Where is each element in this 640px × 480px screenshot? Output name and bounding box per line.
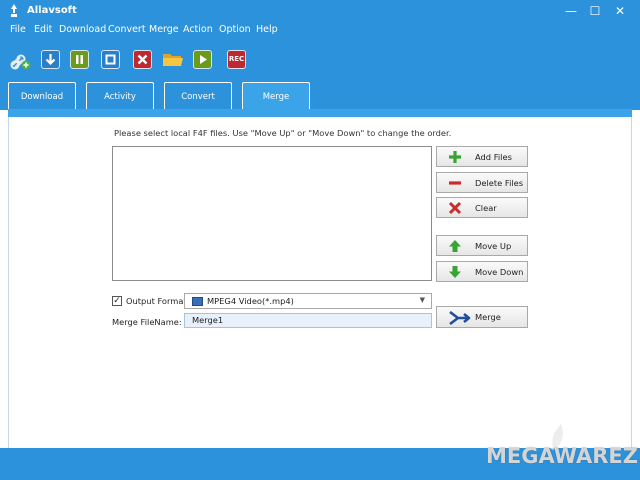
menu-download[interactable]: Download [59,24,106,35]
window-title: Allavsoft [27,5,77,16]
move-down-button[interactable]: Move Down [436,261,528,282]
instruction-text: Please select local F4F files. Use "Move… [114,128,452,138]
menu-action[interactable]: Action [183,24,213,35]
add-files-label: Add Files [475,152,512,162]
output-format-checkbox[interactable]: ✓ [112,296,122,306]
output-format-label: Output Format: [126,296,190,306]
clear-label: Clear [475,203,497,213]
pause-button[interactable] [70,50,89,69]
menu-help[interactable]: Help [256,24,278,35]
delete-files-button[interactable]: Delete Files [436,172,528,193]
menu-edit[interactable]: Edit [34,24,52,35]
toolbar: REC [0,39,640,77]
move-up-button[interactable]: Move Up [436,235,528,256]
maximize-button[interactable]: ☐ [587,3,603,19]
output-format-value: MPEG4 Video(*.mp4) [207,296,294,306]
x-icon [448,201,462,215]
move-up-label: Move Up [475,241,512,251]
tab-download[interactable]: Download [8,82,76,110]
menu-convert[interactable]: Convert [108,24,146,35]
tab-activity[interactable]: Activity [86,82,154,110]
arrow-up-icon [449,240,461,252]
x-icon [137,54,148,65]
app-logo-icon [11,4,17,17]
delete-button[interactable] [133,50,152,69]
video-icon [192,297,203,306]
title-bar: Allavsoft — ☐ ✕ [0,0,640,22]
merge-arrow-icon [449,311,471,325]
watermark-text: MEGAWAREZ [486,444,639,468]
menu-bar: File Edit Download Convert Merge Action … [0,22,640,39]
download-button[interactable] [41,50,60,69]
stop-icon [105,54,116,65]
add-link-button[interactable] [10,50,31,70]
arrow-down-icon [449,266,461,278]
menu-option[interactable]: Option [219,24,251,35]
tab-bar: Download Activity Convert Merge [0,77,640,110]
move-down-label: Move Down [475,267,524,277]
minus-icon [449,181,461,185]
delete-files-label: Delete Files [475,178,524,188]
close-button[interactable]: ✕ [612,3,628,19]
record-button[interactable]: REC [227,50,246,69]
tab-convert[interactable]: Convert [164,82,232,110]
add-files-button[interactable]: Add Files [436,146,528,167]
minimize-button[interactable]: — [563,3,579,19]
play-icon [200,55,207,64]
menu-file[interactable]: File [10,24,26,35]
file-list[interactable] [112,146,432,281]
merge-filename-input[interactable]: Merge1 [184,313,432,328]
tab-merge[interactable]: Merge [242,82,310,110]
link-add-icon [10,54,31,70]
plus-icon [449,151,461,163]
tab-underline [8,109,632,117]
play-button[interactable] [193,50,212,69]
chevron-down-icon: ▼ [419,296,425,304]
merge-label: Merge [475,312,501,322]
menu-merge[interactable]: Merge [149,24,179,35]
merge-filename-label: Merge FileName: [112,317,182,327]
download-arrow-icon [45,54,56,66]
open-folder-button[interactable] [162,50,183,69]
pause-icon [76,55,83,64]
folder-icon [163,54,183,66]
stop-button[interactable] [101,50,120,69]
clear-button[interactable]: Clear [436,197,528,218]
output-format-select[interactable]: MPEG4 Video(*.mp4) ▼ [184,293,432,309]
merge-button[interactable]: Merge [436,306,528,328]
